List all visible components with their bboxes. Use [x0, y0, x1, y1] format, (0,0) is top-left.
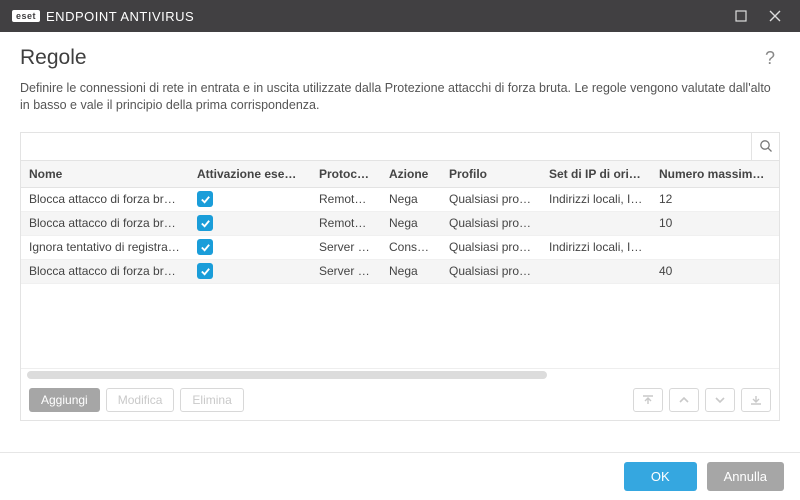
- horizontal-scrollbar[interactable]: [21, 368, 779, 380]
- col-azione[interactable]: Azione: [381, 161, 441, 187]
- cell-protocollo: Remote ...: [311, 210, 381, 236]
- table-header: Nome Attivazione eseguita Protocollo Azi…: [21, 161, 779, 188]
- page-description: Definire le connessioni di rete in entra…: [20, 80, 780, 114]
- cell-ip: [541, 217, 651, 229]
- table-row[interactable]: Blocca attacco di forza bruta... Server M…: [21, 260, 779, 284]
- checkbox-checked-icon[interactable]: [197, 191, 213, 207]
- cell-nome: Blocca attacco di forza bruta...: [21, 258, 189, 284]
- cell-profilo: Qualsiasi profilo: [441, 258, 541, 284]
- cell-max: [651, 241, 779, 253]
- cell-profilo: Qualsiasi profilo: [441, 234, 541, 260]
- cell-nome: Blocca attacco di forza bruta...: [21, 210, 189, 236]
- brand-logo: eset: [12, 10, 40, 22]
- cancel-button[interactable]: Annulla: [707, 462, 784, 491]
- scrollbar-thumb[interactable]: [27, 371, 547, 379]
- cell-attivazione: [189, 257, 311, 286]
- table-body: Blocca attacco di forza bruta... Remote .…: [21, 188, 779, 368]
- cell-max: 40: [651, 258, 779, 284]
- cell-protocollo: Remote ...: [311, 188, 381, 213]
- page-title: Regole: [20, 46, 760, 70]
- move-top-button[interactable]: [633, 388, 663, 412]
- cell-azione: Nega: [381, 210, 441, 236]
- move-up-button[interactable]: [669, 388, 699, 412]
- cell-ip: [541, 265, 651, 277]
- cell-max: 12: [651, 188, 779, 213]
- ok-button[interactable]: OK: [624, 462, 697, 491]
- cell-profilo: Qualsiasi profilo: [441, 210, 541, 236]
- window-maximize-button[interactable]: [724, 0, 758, 32]
- chevron-down-icon: [714, 394, 726, 406]
- cell-profilo: Qualsiasi profilo: [441, 188, 541, 213]
- close-icon: [769, 10, 781, 22]
- table-row[interactable]: Ignora tentativo di registrazi... Server …: [21, 236, 779, 260]
- table-row[interactable]: Blocca attacco di forza bruta... Remote .…: [21, 188, 779, 212]
- brand-product: ENDPOINT ANTIVIRUS: [46, 9, 194, 24]
- checkbox-checked-icon[interactable]: [197, 263, 213, 279]
- brand: eset ENDPOINT ANTIVIRUS: [12, 9, 194, 24]
- col-profilo[interactable]: Profilo: [441, 161, 541, 187]
- col-ip-origine[interactable]: Set di IP di origine: [541, 161, 651, 187]
- chevron-up-icon: [678, 394, 690, 406]
- edit-button[interactable]: Modifica: [106, 388, 175, 412]
- checkbox-checked-icon[interactable]: [197, 239, 213, 255]
- maximize-icon: [735, 10, 747, 22]
- cell-protocollo: Server M...: [311, 258, 381, 284]
- cell-azione: Nega: [381, 258, 441, 284]
- search-input[interactable]: [21, 133, 751, 160]
- rules-toolbar: Aggiungi Modifica Elimina: [21, 380, 779, 420]
- rules-panel: Nome Attivazione eseguita Protocollo Azi…: [20, 132, 780, 421]
- move-down-button[interactable]: [705, 388, 735, 412]
- cell-max: 10: [651, 210, 779, 236]
- cell-ip: Indirizzi locali, In...: [541, 234, 651, 260]
- move-top-icon: [642, 394, 654, 406]
- move-bottom-button[interactable]: [741, 388, 771, 412]
- move-bottom-icon: [750, 394, 762, 406]
- dialog-footer: OK Annulla: [0, 452, 800, 500]
- search-icon: [759, 139, 773, 153]
- search-button[interactable]: [751, 133, 779, 160]
- col-max[interactable]: Numero massimo di t: [651, 161, 779, 187]
- cell-nome: Ignora tentativo di registrazi...: [21, 234, 189, 260]
- cell-nome: Blocca attacco di forza bruta...: [21, 188, 189, 213]
- cell-ip: Indirizzi locali, In...: [541, 188, 651, 213]
- window-close-button[interactable]: [758, 0, 792, 32]
- cell-azione: Consenti: [381, 234, 441, 260]
- title-bar: eset ENDPOINT ANTIVIRUS: [0, 0, 800, 32]
- col-protocollo[interactable]: Protocollo: [311, 161, 381, 187]
- delete-button[interactable]: Elimina: [180, 388, 243, 412]
- cell-protocollo: Server M...: [311, 234, 381, 260]
- col-nome[interactable]: Nome: [21, 161, 189, 187]
- cell-azione: Nega: [381, 188, 441, 213]
- col-attivazione[interactable]: Attivazione eseguita: [189, 161, 311, 187]
- checkbox-checked-icon[interactable]: [197, 215, 213, 231]
- table-row[interactable]: Blocca attacco di forza bruta... Remote .…: [21, 212, 779, 236]
- add-button[interactable]: Aggiungi: [29, 388, 100, 412]
- help-button[interactable]: ?: [760, 48, 780, 69]
